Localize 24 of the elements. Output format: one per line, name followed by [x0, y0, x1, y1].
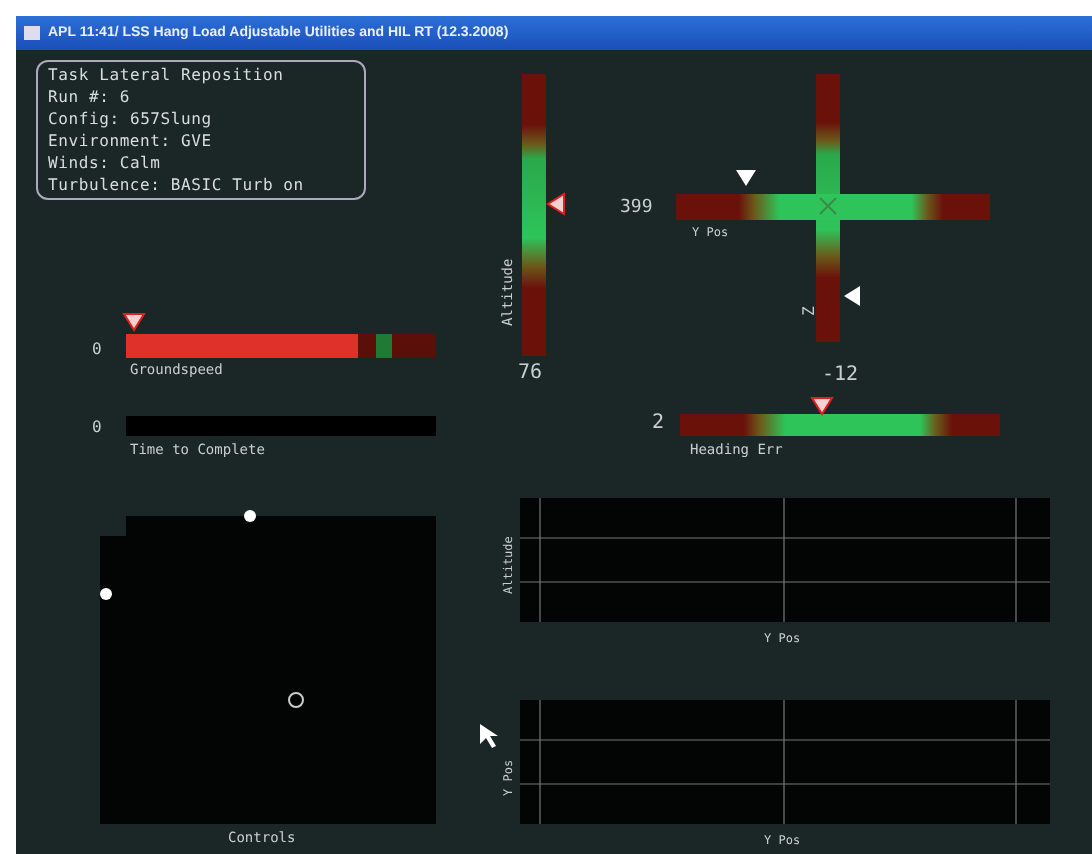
info-line: Run #: 6	[48, 88, 132, 108]
marker-icon	[240, 506, 260, 526]
gauge-label: Z	[802, 306, 818, 316]
gauge-reading: 76	[518, 364, 543, 384]
bar-reading: 2	[652, 414, 665, 434]
info-line: Task Lateral Reposition	[48, 66, 286, 86]
bar-reading: 0	[92, 342, 102, 358]
crosshair-icon	[286, 690, 306, 710]
center-cross-icon	[818, 196, 838, 216]
marker-icon	[736, 170, 756, 190]
marker-icon	[844, 286, 864, 306]
info-line: Turbulence: BASIC Turb on	[48, 176, 306, 196]
gauge-reading: -12	[822, 366, 859, 386]
info-line: Environment: GVE	[48, 132, 214, 152]
marker-icon	[96, 584, 116, 604]
target-zone	[376, 334, 392, 358]
bar-reading: 0	[92, 420, 102, 436]
marker-icon	[548, 194, 568, 214]
app-icon	[24, 26, 40, 40]
cursor-icon	[480, 724, 500, 748]
info-line: Winds: Calm	[48, 154, 163, 174]
info-line: Config: 657Slung	[48, 110, 214, 130]
gauge-reading: 399	[620, 200, 653, 218]
marker-icon	[812, 398, 832, 418]
